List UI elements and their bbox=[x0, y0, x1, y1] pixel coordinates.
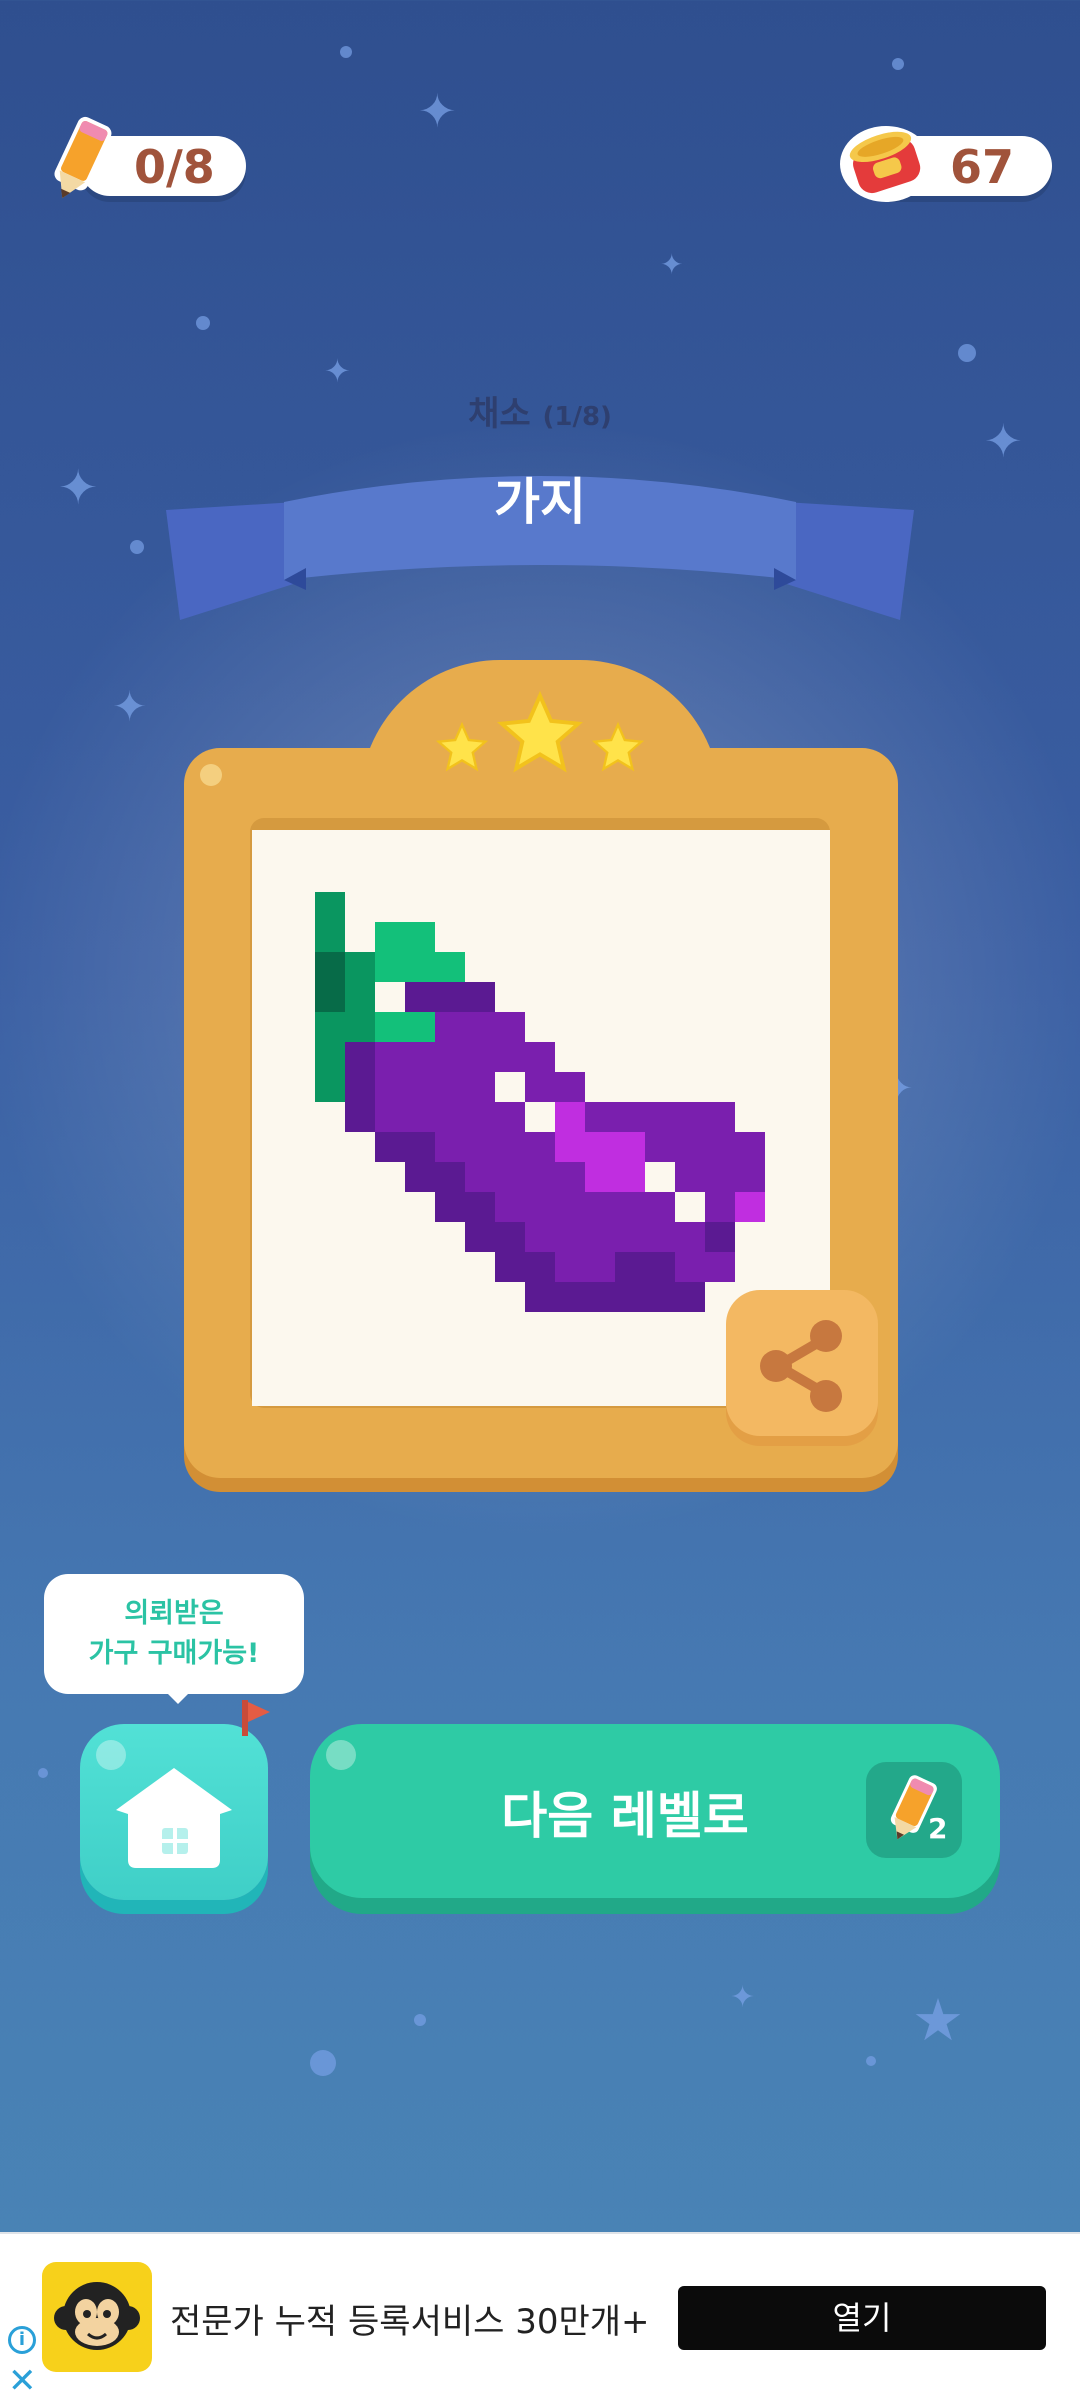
sparkle-icon: ✦ bbox=[730, 1980, 756, 2015]
frame-highlight bbox=[200, 764, 222, 786]
bg-dot bbox=[958, 344, 976, 362]
category-progress: (1/8) bbox=[542, 402, 612, 432]
share-icon bbox=[760, 1320, 842, 1412]
next-level-label: 다음 레벨로 bbox=[501, 1787, 749, 1845]
next-highlight bbox=[326, 1740, 356, 1770]
bg-dot bbox=[866, 2056, 876, 2066]
bg-dot bbox=[38, 1768, 48, 1778]
bg-dot bbox=[414, 2014, 426, 2026]
category-name: 채소 bbox=[468, 394, 531, 434]
ad-open-button[interactable]: 열기 bbox=[678, 2286, 1046, 2350]
star-icon bbox=[435, 721, 489, 772]
next-cost-badge bbox=[866, 1762, 962, 1858]
home-highlight bbox=[96, 1740, 126, 1770]
flag-icon bbox=[242, 1700, 270, 1736]
can-count: 67 bbox=[950, 140, 1015, 194]
level-title: 가지 bbox=[494, 473, 586, 531]
info-icon[interactable]: i bbox=[8, 2326, 36, 2354]
ad-logo[interactable] bbox=[42, 2262, 152, 2372]
sparkle-icon: ✦ bbox=[112, 682, 148, 731]
tooltip-line2: 가구 구매가능! bbox=[88, 1638, 260, 1669]
pencil-count: 0/8 bbox=[134, 140, 215, 194]
star-icon bbox=[591, 721, 645, 772]
furniture-tooltip: 의뢰받은 가구 구매가능! bbox=[44, 1574, 304, 1694]
sparkle-icon: ✦ bbox=[324, 352, 351, 390]
category-label: 채소 (1/8) bbox=[0, 386, 1080, 435]
bg-dot bbox=[130, 540, 144, 554]
sparkle-icon: ✦ bbox=[660, 248, 684, 281]
can-icon bbox=[840, 126, 932, 202]
pencil-icon bbox=[890, 1775, 937, 1840]
sparkle-icon: ★ bbox=[912, 1986, 964, 2054]
ad-banner[interactable]: 전문가 누적 등록서비스 30만개+ 열기 i ✕ bbox=[0, 2232, 1080, 2402]
share-button[interactable] bbox=[726, 1290, 878, 1436]
sparkle-icon: ✦ bbox=[418, 84, 457, 138]
tooltip-tail bbox=[164, 1690, 192, 1704]
bg-dot bbox=[892, 58, 904, 70]
tooltip-line1: 의뢰받은 bbox=[124, 1598, 224, 1629]
pencil-icon bbox=[54, 116, 112, 199]
ad-text[interactable]: 전문가 누적 등록서비스 30만개+ bbox=[170, 2294, 650, 2343]
bg-dot bbox=[310, 2050, 336, 2076]
next-cost: 2 bbox=[928, 1812, 948, 1845]
bg-dot bbox=[196, 316, 210, 330]
monkey-icon bbox=[54, 2282, 140, 2350]
bg-dot bbox=[340, 46, 352, 58]
star-icon bbox=[497, 690, 583, 773]
close-icon[interactable]: ✕ bbox=[8, 2364, 37, 2398]
